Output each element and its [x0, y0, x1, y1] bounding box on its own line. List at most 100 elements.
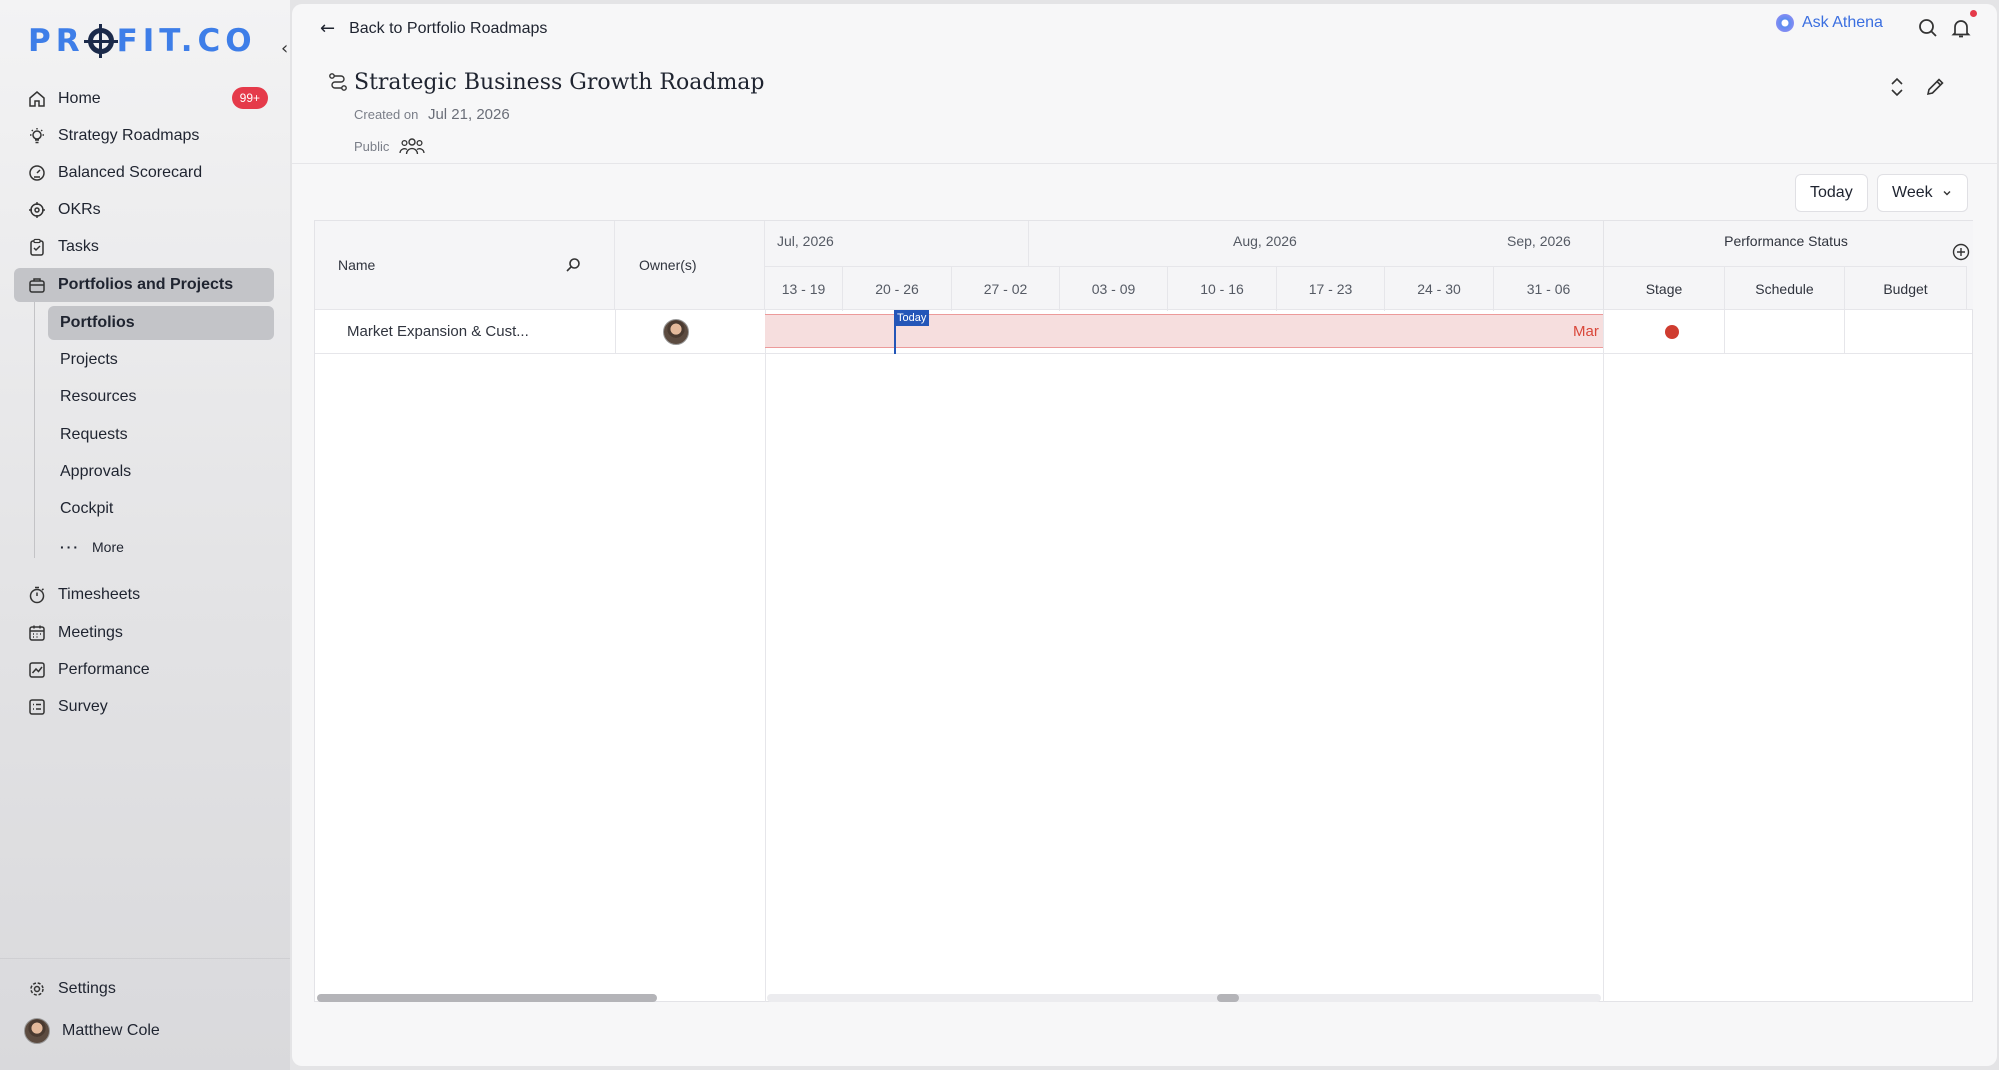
- sidebar-item-okrs[interactable]: OKRs: [14, 193, 274, 227]
- chevron-down-icon: [1941, 187, 1953, 199]
- subnav-item-cockpit[interactable]: Cockpit: [48, 492, 274, 526]
- clipboard-icon: [28, 238, 46, 256]
- user-profile[interactable]: Matthew Cole: [14, 1014, 274, 1048]
- sidebar-item-label: Survey: [58, 698, 108, 715]
- subnav-item-projects[interactable]: Projects: [48, 343, 274, 377]
- today-button-label: Today: [1810, 184, 1853, 201]
- logo-target-icon: [83, 24, 118, 58]
- timeline-bar-label: Mar: [1573, 323, 1599, 340]
- today-line: [894, 326, 896, 354]
- name-pane-scrollbar[interactable]: [317, 994, 657, 1002]
- created-label: Created on: [354, 107, 419, 122]
- sidebar-item-timesheets[interactable]: Timesheets: [14, 578, 274, 612]
- calendar-icon: [28, 624, 46, 642]
- edit-pencil-icon[interactable]: [1924, 76, 1946, 98]
- view-scale-label: Week: [1892, 184, 1933, 201]
- week-cell: 03 - 09: [1060, 267, 1168, 311]
- week-cell: 31 - 06: [1526, 281, 1571, 297]
- table-row[interactable]: Market Expansion & Cust... Mar: [315, 310, 1972, 354]
- subnav-item-resources[interactable]: Resources: [48, 380, 274, 414]
- user-name: Matthew Cole: [62, 1022, 160, 1039]
- performance-status-title: Performance Status: [1724, 233, 1848, 249]
- subnav-label: Resources: [60, 388, 137, 405]
- sidebar-divider: [0, 958, 290, 959]
- timeline-header: Jul, 2026 Aug, 2026 Sep, 2026 13 - 19 20…: [765, 221, 1603, 311]
- month-divider: [1028, 221, 1029, 266]
- sidebar-item-tasks[interactable]: Tasks: [14, 230, 274, 264]
- timeline-scrollbar-track[interactable]: [767, 994, 1601, 1002]
- search-icon[interactable]: [1916, 16, 1940, 40]
- subnav-label: Projects: [60, 351, 118, 368]
- sidebar-item-label: Performance: [58, 661, 150, 678]
- sidebar-item-strategy-roadmaps[interactable]: Strategy Roadmaps: [14, 119, 274, 153]
- today-flag: Today: [894, 310, 930, 326]
- sidebar-item-label: Settings: [58, 980, 116, 997]
- subnav-item-approvals[interactable]: Approvals: [48, 455, 274, 489]
- add-column-icon[interactable]: [1952, 243, 1970, 261]
- month-label: Aug, 2026: [1233, 233, 1297, 249]
- sidebar-item-label: Meetings: [58, 624, 123, 641]
- sidebar-item-meetings[interactable]: Meetings: [14, 616, 274, 650]
- name-header-label: Name: [338, 257, 376, 273]
- gear-icon: [28, 980, 46, 998]
- sidebar-item-settings[interactable]: Settings: [14, 972, 274, 1006]
- performance-status-header: Performance Status Stage Schedule Budget: [1603, 221, 1973, 310]
- subnav-item-requests[interactable]: Requests: [48, 418, 274, 452]
- target-icon: [28, 201, 46, 219]
- week-cell: 17 - 23: [1277, 267, 1385, 311]
- survey-icon: [28, 698, 46, 716]
- profit-logo[interactable]: PR FIT.CO: [28, 23, 257, 59]
- ask-athena-button[interactable]: Ask Athena: [1776, 14, 1883, 32]
- roadmap-grid: Name Owner(s) Jul, 2026 Aug, 2026 Sep, 2…: [314, 220, 1973, 1002]
- sidebar-item-portfolios-and-projects[interactable]: Portfolios and Projects: [14, 268, 274, 302]
- subnav-label: More: [92, 539, 124, 555]
- row-name[interactable]: Market Expansion & Cust...: [347, 323, 529, 340]
- sidebar-item-balanced-scorecard[interactable]: Balanced Scorecard: [14, 156, 274, 190]
- collapse-sidebar-button[interactable]: ‹: [281, 38, 288, 59]
- stage-column-header: Stage: [1604, 266, 1725, 310]
- today-button[interactable]: Today: [1795, 174, 1868, 212]
- view-scale-dropdown[interactable]: Week: [1877, 174, 1968, 212]
- subnav-label: Cockpit: [60, 500, 114, 517]
- column-divider: [765, 310, 766, 1002]
- sidebar-item-label: Home: [58, 90, 101, 107]
- avatar: [663, 319, 689, 345]
- sidebar-item-label: Portfolios and Projects: [58, 276, 234, 293]
- name-column-header: Name: [315, 221, 615, 310]
- stage-status-dot: [1665, 325, 1679, 339]
- athena-icon: [1776, 14, 1794, 32]
- subnav-label: Portfolios: [60, 314, 135, 331]
- sidebar-item-label: Tasks: [58, 238, 99, 255]
- stopwatch-icon: [28, 586, 46, 604]
- subnav-item-portfolios[interactable]: Portfolios: [48, 306, 274, 340]
- timeline-scrollbar-thumb[interactable]: [1217, 994, 1239, 1002]
- group-icon[interactable]: [399, 136, 426, 156]
- lightbulb-icon: [28, 127, 46, 145]
- column-divider: [1603, 310, 1604, 1002]
- sidebar-item-label: Balanced Scorecard: [58, 164, 203, 181]
- expand-collapse-icon[interactable]: [1886, 76, 1908, 98]
- sidebar-item-label: Strategy Roadmaps: [58, 127, 200, 144]
- gauge-icon: [28, 164, 46, 182]
- timeline-bar[interactable]: Mar: [765, 314, 1603, 348]
- week-cell: 10 - 16: [1168, 267, 1277, 311]
- sidebar-item-home[interactable]: Home 99+: [14, 82, 274, 116]
- sidebar-item-performance[interactable]: Performance: [14, 653, 274, 687]
- ask-athena-label: Ask Athena: [1802, 14, 1883, 31]
- notification-dot: [1970, 10, 1977, 17]
- search-icon[interactable]: [565, 257, 581, 276]
- month-label: Jul, 2026: [777, 233, 834, 249]
- back-to-portfolio-roadmaps-link[interactable]: ← Back to Portfolio Roadmaps: [320, 18, 547, 39]
- subnav-label: Requests: [60, 426, 128, 443]
- subnav-item-more[interactable]: ··· More: [48, 530, 274, 564]
- bell-icon[interactable]: [1949, 16, 1973, 40]
- logo-text-left: PR: [28, 23, 85, 59]
- back-label: Back to Portfolio Roadmaps: [349, 19, 548, 37]
- month-label: Sep, 2026: [1507, 233, 1571, 249]
- owner-avatar[interactable]: [663, 319, 689, 350]
- home-icon: [28, 90, 46, 108]
- logo-text-right: FIT.CO: [116, 23, 257, 59]
- sidebar-item-label: Timesheets: [58, 586, 141, 603]
- sidebar-item-survey[interactable]: Survey: [14, 690, 274, 724]
- notification-badge: 99+: [231, 87, 268, 109]
